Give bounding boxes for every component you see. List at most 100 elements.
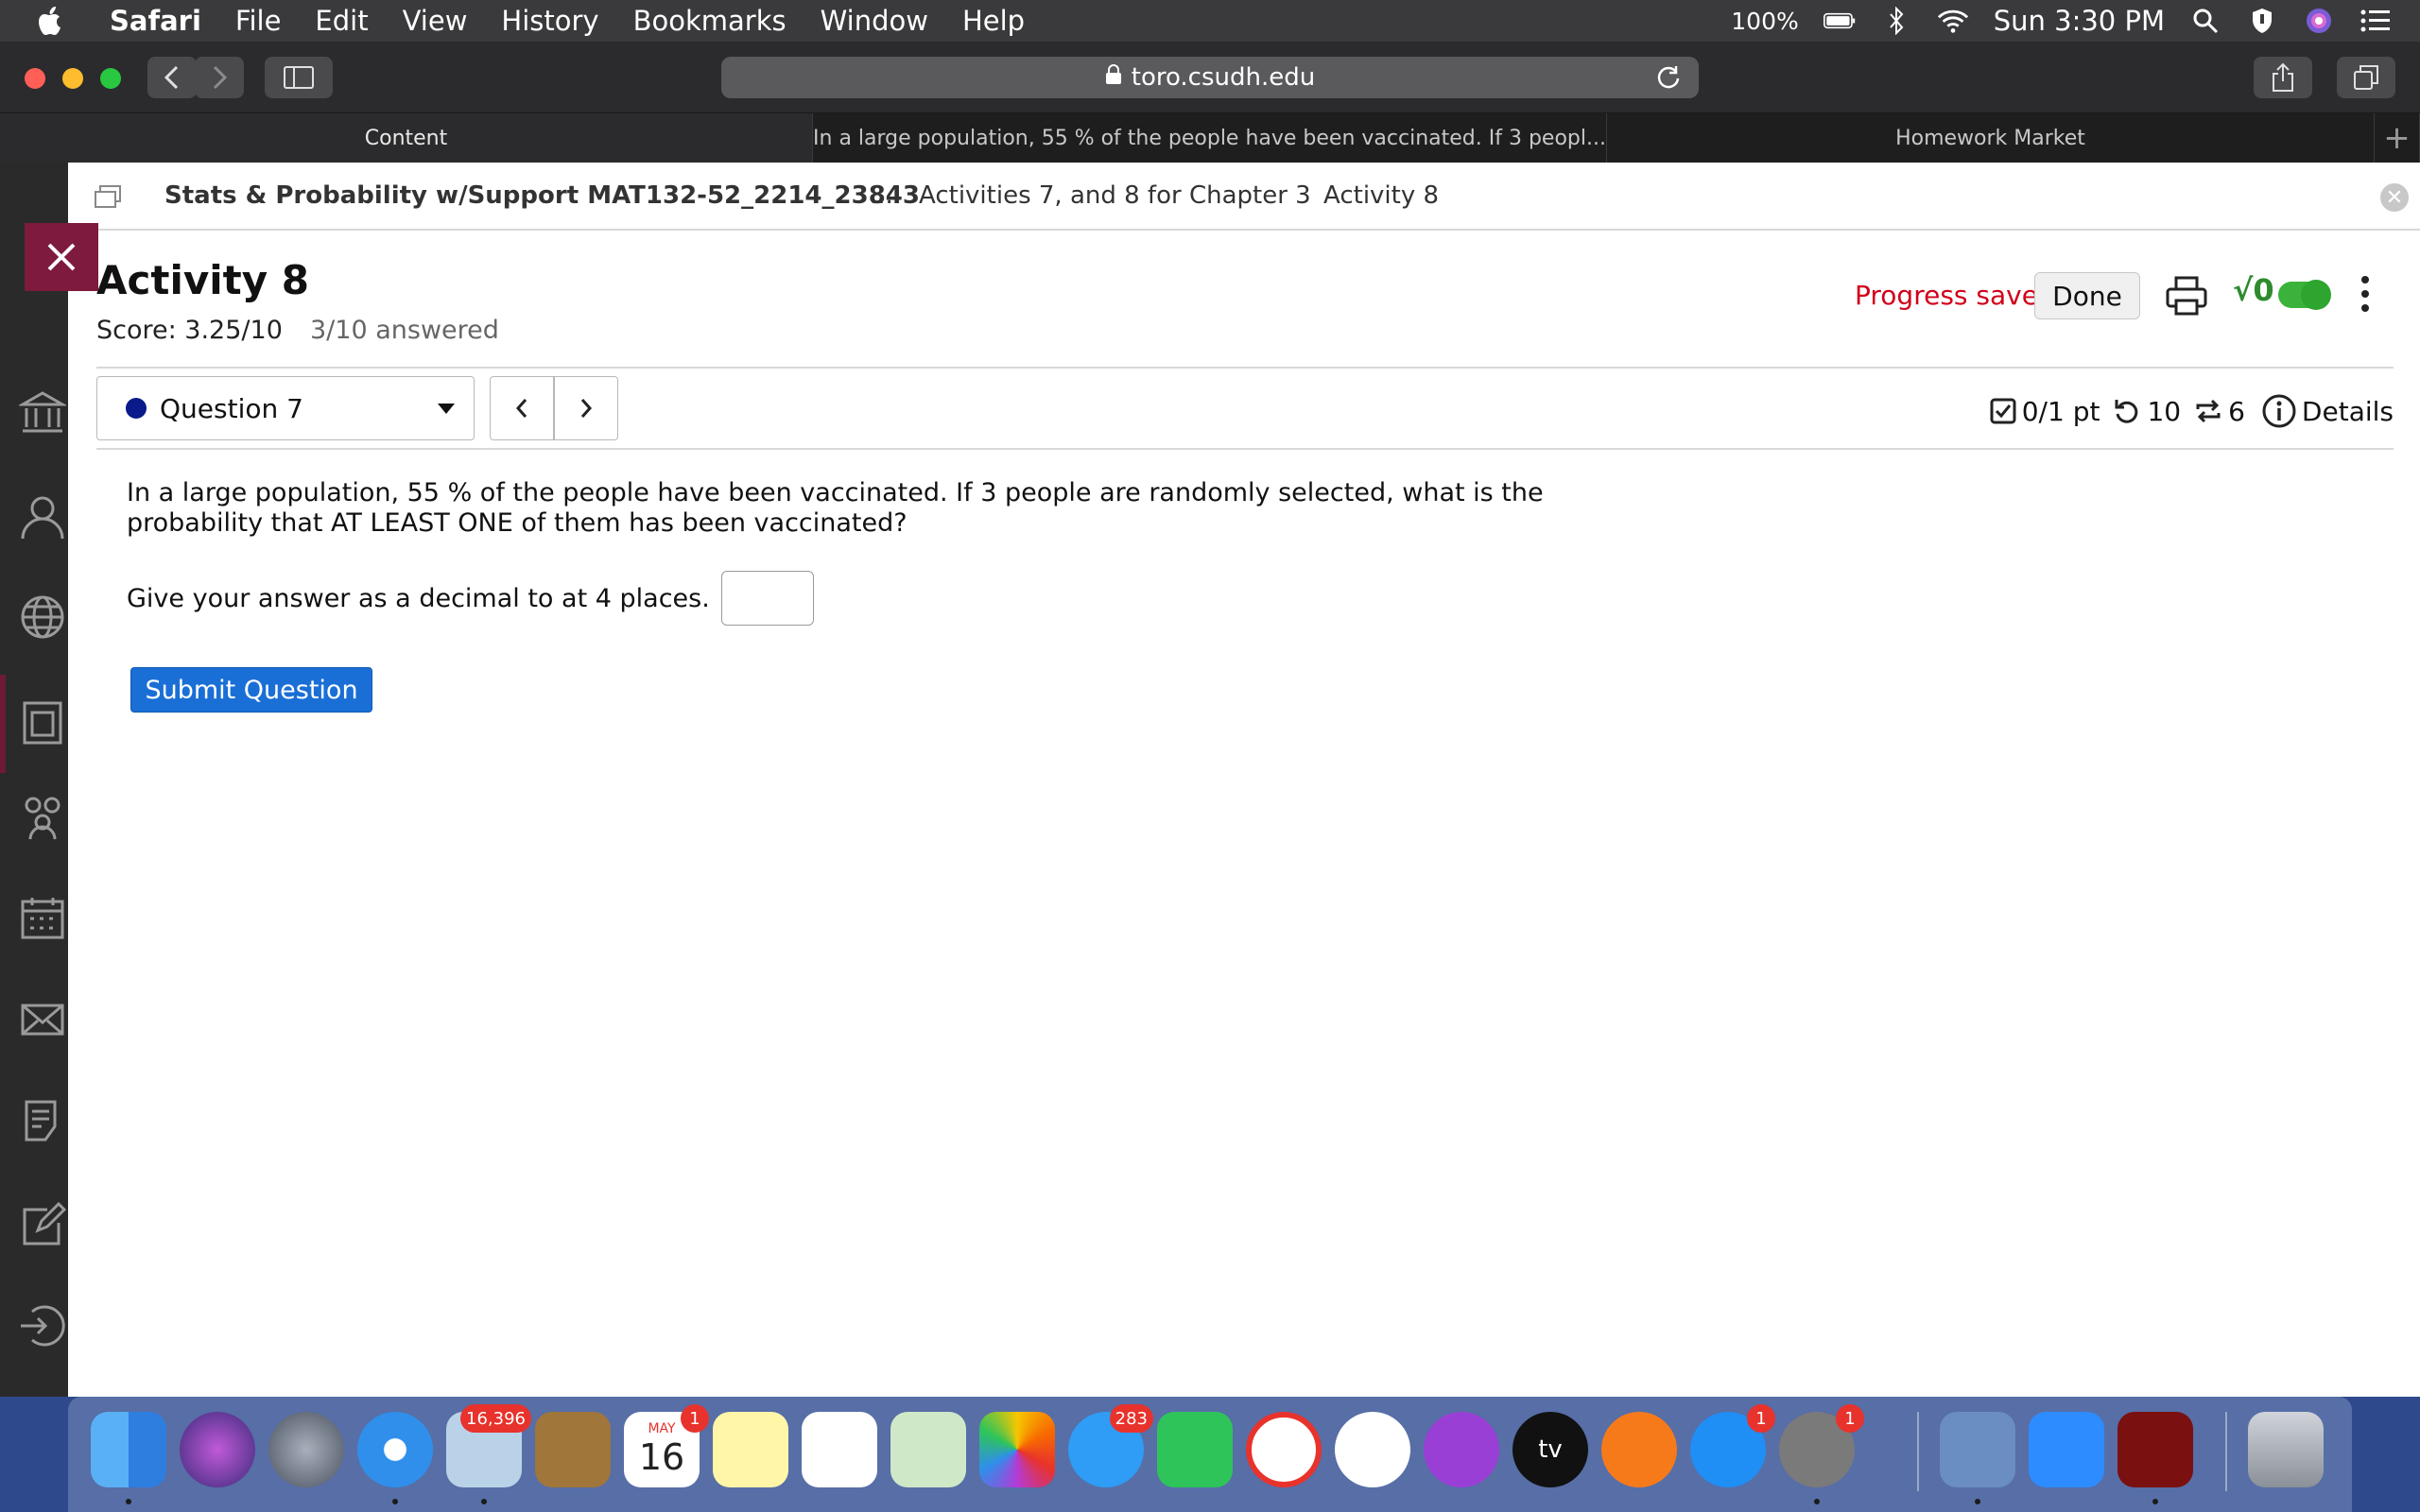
details-link[interactable]: Details bbox=[2262, 394, 2394, 428]
address-bar[interactable]: toro.csudh.edu bbox=[721, 57, 1699, 98]
commons-icon[interactable] bbox=[19, 1201, 67, 1249]
share-button[interactable] bbox=[2254, 57, 2312, 98]
question-selector[interactable]: Question 7 bbox=[96, 376, 475, 440]
attempts-value: 6 bbox=[2228, 395, 2245, 427]
chevron-left-icon bbox=[515, 399, 527, 418]
more-options-icon[interactable] bbox=[2356, 272, 2375, 316]
points-group: 0/1 pt bbox=[1990, 396, 2100, 427]
calendar-icon[interactable]: MAY 16 1 bbox=[624, 1404, 709, 1487]
system-preferences-icon[interactable]: 1 bbox=[1779, 1404, 1864, 1487]
window-zoom-button[interactable] bbox=[100, 68, 121, 89]
clock[interactable]: Sun 3:30 PM bbox=[1994, 5, 2165, 37]
close-activity-button[interactable] bbox=[25, 223, 98, 291]
url-text: toro.csudh.edu bbox=[1131, 63, 1316, 92]
finder-icon[interactable] bbox=[91, 1412, 166, 1487]
menu-bookmarks[interactable]: Bookmarks bbox=[633, 5, 786, 37]
tab-question-search[interactable]: In a large population, 55 % of the peopl… bbox=[813, 113, 1607, 163]
tab-content[interactable]: Content bbox=[0, 113, 813, 163]
print-icon[interactable] bbox=[2165, 274, 2208, 318]
tab-overview-button[interactable] bbox=[2337, 57, 2395, 98]
history-icon[interactable] bbox=[19, 1098, 66, 1145]
preview-icon[interactable] bbox=[1940, 1412, 2015, 1487]
trash-icon[interactable] bbox=[2248, 1412, 2324, 1487]
window-minimize-button[interactable] bbox=[62, 68, 83, 89]
sidebar-toggle-button[interactable] bbox=[265, 57, 333, 98]
bluetooth-icon[interactable] bbox=[1880, 7, 1912, 35]
messages-badge: 283 bbox=[1109, 1404, 1153, 1433]
submit-question-button[interactable]: Submit Question bbox=[130, 667, 372, 713]
tab-label: Homework Market bbox=[1895, 126, 2085, 150]
inbox-icon[interactable] bbox=[19, 996, 66, 1043]
apple-tv-icon[interactable]: tv bbox=[1512, 1412, 1588, 1487]
breadcrumb-ellipsis[interactable]: ... bbox=[870, 181, 893, 210]
menu-view[interactable]: View bbox=[403, 5, 468, 37]
vpn-shield-icon[interactable] bbox=[2246, 7, 2278, 35]
app-store-badge: 1 bbox=[1747, 1404, 1775, 1433]
window-close-button[interactable] bbox=[25, 68, 45, 89]
messages-icon[interactable]: 283 bbox=[1068, 1404, 1153, 1487]
breadcrumb-course[interactable]: Stats & Probability w/Support MAT132-52_… bbox=[164, 181, 920, 210]
groups-icon[interactable] bbox=[19, 794, 66, 841]
news-icon[interactable] bbox=[1246, 1412, 1322, 1487]
account-icon[interactable] bbox=[19, 493, 66, 541]
menu-history[interactable]: History bbox=[501, 5, 598, 37]
podcasts-icon[interactable] bbox=[1424, 1412, 1499, 1487]
notes-icon[interactable] bbox=[713, 1412, 788, 1487]
menu-edit[interactable]: Edit bbox=[315, 5, 368, 37]
question-meta: 0/1 pt 10 6 Details bbox=[1977, 389, 2394, 433]
spotlight-search-icon[interactable] bbox=[2189, 7, 2221, 35]
checkbox-icon bbox=[1990, 398, 2016, 424]
dock-separator bbox=[1917, 1412, 1919, 1491]
breadcrumb-module[interactable]: Activities 7, and 8 for Chapter 3 bbox=[919, 181, 1311, 210]
facetime-icon[interactable] bbox=[1157, 1412, 1233, 1487]
next-question-button[interactable] bbox=[554, 376, 618, 440]
calendar-icon[interactable] bbox=[19, 894, 66, 941]
attempts-group: 6 bbox=[2194, 396, 2245, 427]
reminders-icon[interactable] bbox=[802, 1412, 877, 1487]
divider bbox=[96, 367, 2394, 369]
answer-input[interactable] bbox=[720, 571, 814, 626]
done-button[interactable]: Done bbox=[2034, 272, 2140, 319]
retries-value: 10 bbox=[2147, 395, 2182, 427]
dock: 16,396 MAY 16 1 283 tv 1 1 bbox=[68, 1397, 2352, 1512]
previous-question-button[interactable] bbox=[490, 376, 554, 440]
flash-player-icon[interactable] bbox=[2118, 1412, 2193, 1487]
siri-icon[interactable] bbox=[2303, 7, 2335, 35]
siri-icon[interactable] bbox=[180, 1412, 255, 1487]
wifi-icon[interactable] bbox=[1937, 7, 1969, 35]
dock-separator bbox=[2225, 1412, 2227, 1491]
info-icon bbox=[2262, 394, 2296, 428]
window-icon[interactable] bbox=[95, 185, 121, 215]
music-icon[interactable] bbox=[1335, 1412, 1410, 1487]
close-circle-icon[interactable]: ✕ bbox=[2380, 183, 2409, 212]
photos-icon[interactable] bbox=[979, 1412, 1055, 1487]
zoom-icon[interactable] bbox=[2029, 1412, 2104, 1487]
institution-icon[interactable] bbox=[17, 389, 68, 437]
question-text: In a large population, 55 % of the peopl… bbox=[127, 478, 1544, 538]
apple-icon[interactable] bbox=[38, 0, 72, 42]
safari-icon[interactable] bbox=[357, 1412, 433, 1487]
battery-icon[interactable] bbox=[1823, 7, 1856, 35]
retries-group: 10 bbox=[2113, 396, 2181, 427]
back-button[interactable] bbox=[147, 57, 197, 98]
globe-icon[interactable] bbox=[19, 593, 66, 641]
menu-window[interactable]: Window bbox=[821, 5, 928, 37]
books-icon[interactable] bbox=[1601, 1412, 1677, 1487]
tab-homework-market[interactable]: Homework Market bbox=[1607, 113, 2375, 163]
answer-row: Give your answer as a decimal to at 4 pl… bbox=[127, 571, 814, 626]
menu-app-safari[interactable]: Safari bbox=[110, 5, 201, 37]
reload-icon[interactable] bbox=[1655, 64, 1682, 91]
app-store-icon[interactable]: 1 bbox=[1690, 1404, 1775, 1487]
forward-button[interactable] bbox=[195, 57, 244, 98]
launchpad-icon[interactable] bbox=[268, 1412, 344, 1487]
new-tab-button[interactable]: + bbox=[2375, 113, 2420, 163]
notification-center-icon[interactable] bbox=[2360, 7, 2392, 35]
mail-icon[interactable]: 16,396 bbox=[446, 1404, 531, 1487]
menu-file[interactable]: File bbox=[235, 5, 282, 37]
courses-icon[interactable] bbox=[19, 699, 66, 747]
menu-help[interactable]: Help bbox=[962, 5, 1025, 37]
math-display-toggle[interactable] bbox=[2278, 280, 2331, 310]
maps-icon[interactable] bbox=[890, 1412, 966, 1487]
logout-icon[interactable] bbox=[19, 1302, 66, 1349]
contacts-icon[interactable] bbox=[535, 1412, 611, 1487]
